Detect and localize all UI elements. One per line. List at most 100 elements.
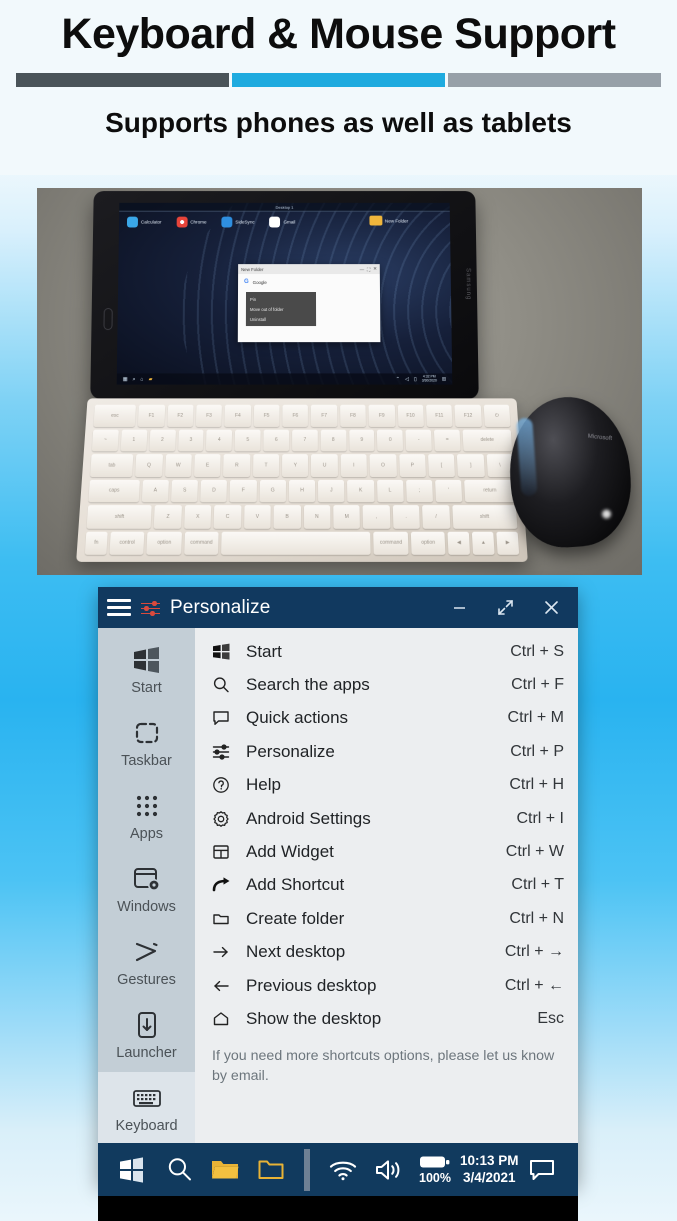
tablet-search-icon: ⌕ [132, 375, 136, 383]
key: B [273, 505, 301, 529]
key: A [141, 479, 169, 503]
accent-rule-segment-2 [232, 73, 445, 88]
key: esc [93, 404, 137, 427]
key: F6 [282, 404, 309, 427]
sidebar-item-launcher[interactable]: Launcher [98, 999, 195, 1072]
menu-item-search-the-apps[interactable]: Search the apps Ctrl + F [195, 668, 578, 701]
sidebar-item-windows[interactable]: Windows [98, 853, 195, 926]
folder-label: New Folder [384, 218, 409, 224]
tablet-folder-icon: ▰ [148, 375, 153, 383]
mouse-brand-label: Microsoft [587, 433, 612, 443]
key: F3 [195, 404, 223, 427]
key: F11 [425, 404, 453, 427]
key: 9 [348, 429, 375, 452]
key: E [193, 454, 221, 477]
key: D [200, 479, 228, 503]
menu-item-quick-actions[interactable]: Quick actions Ctrl + M [195, 702, 578, 735]
key: ◀ [447, 531, 471, 555]
sidebar-item-gestures[interactable]: Gestures [98, 926, 195, 999]
tablet-desktop-label: Desktop 1 [119, 202, 450, 212]
sidebar-item-keyboard[interactable]: Keyboard [98, 1072, 195, 1145]
context-menu: Pin Move out of folder Uninstall [245, 292, 317, 327]
accent-rule-segment-3 [448, 73, 661, 88]
hamburger-icon[interactable] [107, 599, 131, 616]
menu-item-create-folder[interactable]: Create folder Ctrl + N [195, 902, 578, 935]
menu-item-next-desktop[interactable]: Next desktop Ctrl + → [195, 936, 578, 969]
menu-item-label: Personalize [246, 741, 335, 761]
tablet-folder-window: New Folder — ⛶ ✕ G Google Pin Move out o… [237, 264, 381, 343]
key: / [422, 505, 450, 529]
key: ; [405, 479, 434, 503]
menu-item-start[interactable]: Start Ctrl + S [195, 635, 578, 668]
menu-item-add-shortcut[interactable]: Add Shortcut Ctrl + T [195, 869, 578, 902]
desktop-icon-label: Gmail [283, 219, 296, 225]
key-space [221, 531, 372, 555]
sidebar-item-label: Keyboard [115, 1118, 178, 1134]
key: 2 [148, 429, 176, 452]
taskbar-clock[interactable]: 10:13 PM 3/4/2021 [460, 1153, 519, 1186]
file-explorer-button[interactable] [202, 1147, 248, 1193]
desktop-folder-new-folder: New Folder [368, 215, 409, 226]
key: return [464, 479, 516, 503]
window-sidebar: Start Taskbar Apps Windows Gestures Laun… [98, 628, 195, 1184]
google-icon: G [244, 279, 249, 286]
key: ' [435, 479, 463, 503]
tablet-apps-icon: ⊞ [441, 375, 447, 383]
tablet-start-icon: ▦ [122, 375, 128, 383]
sidebar-item-taskbar[interactable]: Taskbar [98, 707, 195, 780]
gear-icon [212, 810, 242, 828]
sidebar-item-apps[interactable]: Apps [98, 780, 195, 853]
menu-item-shortcut: Ctrl + W [505, 843, 564, 861]
sidebar-item-label: Apps [129, 826, 164, 842]
key: V [243, 505, 271, 529]
menu-item-previous-desktop[interactable]: Previous desktop Ctrl + ← [195, 969, 578, 1002]
key: F10 [397, 404, 424, 427]
search-button[interactable] [156, 1147, 202, 1193]
key: F4 [224, 404, 251, 427]
sidebar-item-start[interactable]: Start [98, 634, 195, 707]
menu-item-shortcut: Ctrl + → [504, 943, 564, 961]
sliders-icon [212, 743, 242, 761]
wifi-status[interactable] [320, 1147, 366, 1193]
key: 4 [206, 429, 233, 452]
minimize-icon: — [359, 266, 365, 272]
key: - [405, 429, 433, 452]
key: I [340, 454, 368, 477]
sidesync-icon [221, 216, 233, 228]
folder-button[interactable] [248, 1147, 294, 1193]
start-button[interactable] [110, 1147, 156, 1193]
menu-item-label: Search the apps [246, 675, 370, 695]
speech-bubble-icon [212, 709, 242, 727]
launcher-icon [137, 1010, 157, 1040]
key: Y [282, 454, 309, 477]
menu-item-show-the-desktop[interactable]: Show the desktop Esc [195, 1002, 578, 1035]
menu-item-android-settings[interactable]: Android Settings Ctrl + I [195, 802, 578, 835]
clock-date: 3/4/2021 [462, 1169, 516, 1185]
maximize-icon[interactable] [487, 593, 523, 623]
key: J [318, 479, 345, 503]
menu-item-personalize[interactable]: Personalize Ctrl + P [195, 735, 578, 768]
keyboard-row: shift ZX CV BN M, . / shift [86, 505, 518, 529]
notifications-button[interactable] [519, 1147, 565, 1193]
minimize-icon[interactable] [441, 593, 477, 623]
battery-status[interactable]: 100% [412, 1147, 458, 1193]
accent-rule [16, 73, 661, 88]
menu-item-help[interactable]: Help Ctrl + H [195, 769, 578, 802]
windows-logo-icon [132, 645, 162, 675]
key: 8 [320, 429, 347, 452]
page-title: Keyboard & Mouse Support [61, 10, 616, 58]
key: command [373, 531, 409, 555]
gesture-icon [133, 937, 161, 967]
volume-status[interactable] [366, 1147, 412, 1193]
menu-item-shortcut: Ctrl + H [509, 776, 564, 794]
key: 5 [234, 429, 261, 452]
key: F7 [311, 404, 338, 427]
close-icon[interactable] [533, 593, 569, 623]
menu-item-label: Add Shortcut [246, 875, 345, 895]
chrome-icon [176, 216, 188, 228]
menu-item-shortcut: Ctrl + I [516, 809, 564, 827]
menu-item-add-widget[interactable]: Add Widget Ctrl + W [195, 835, 578, 868]
context-menu-item: Uninstall [249, 316, 267, 322]
key: = [434, 429, 461, 452]
arrow-curve-right-icon [212, 876, 242, 894]
